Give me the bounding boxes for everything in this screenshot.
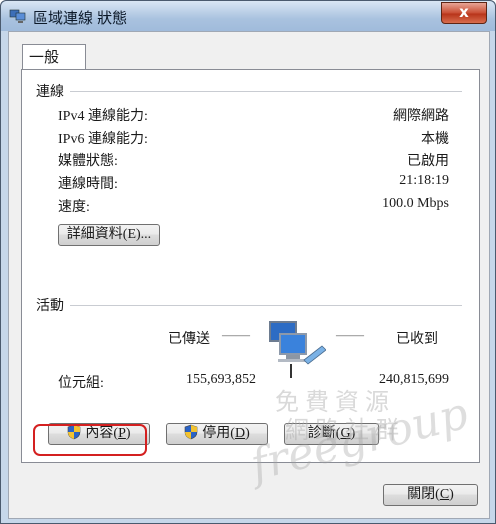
duration-value: 21:18:19 [399, 173, 449, 188]
window-close-button[interactable]: x [441, 2, 487, 24]
properties-highlight-box [33, 424, 147, 456]
ipv4-value: 網際網路 [393, 109, 449, 124]
received-connector: —— [336, 328, 364, 343]
speed-label: 速度: [58, 200, 90, 215]
uac-shield-icon [184, 424, 198, 440]
connection-divider [70, 91, 462, 92]
media-state-value: 已啟用 [407, 154, 449, 169]
received-label: 已收到 [396, 332, 438, 347]
tab-general[interactable]: 一般 [22, 44, 86, 70]
window-title: 區域連線 狀態 [33, 10, 128, 27]
disable-label: 停用 [202, 426, 231, 441]
close-button[interactable]: 關閉(C) [383, 484, 478, 506]
close-accel: C [439, 487, 450, 502]
duration-label: 連線時間: [58, 177, 118, 192]
media-state-label: 媒體狀態: [58, 154, 118, 169]
network-connection-icon [9, 9, 26, 23]
bytes-sent-value: 155,693,852 [186, 372, 256, 387]
details-button[interactable]: 詳細資料(E)... [58, 224, 160, 246]
ipv4-label: IPv4 連線能力: [58, 109, 148, 124]
sent-label: 已傳送 [168, 332, 210, 347]
sent-connector: —— [222, 328, 250, 343]
connection-heading: 連線 [36, 85, 64, 100]
speed-value: 100.0 Mbps [382, 196, 449, 211]
title-bar[interactable]: 區域連線 狀態 x [1, 1, 495, 31]
network-activity-icon [269, 321, 326, 378]
ipv6-label: IPv6 連線能力: [58, 132, 148, 147]
disable-accel: D [234, 426, 246, 441]
activity-heading: 活動 [36, 299, 64, 314]
close-label: 關閉 [407, 487, 436, 502]
ipv6-value: 本機 [421, 132, 449, 147]
bytes-label: 位元組: [58, 376, 104, 391]
activity-divider [70, 305, 462, 306]
